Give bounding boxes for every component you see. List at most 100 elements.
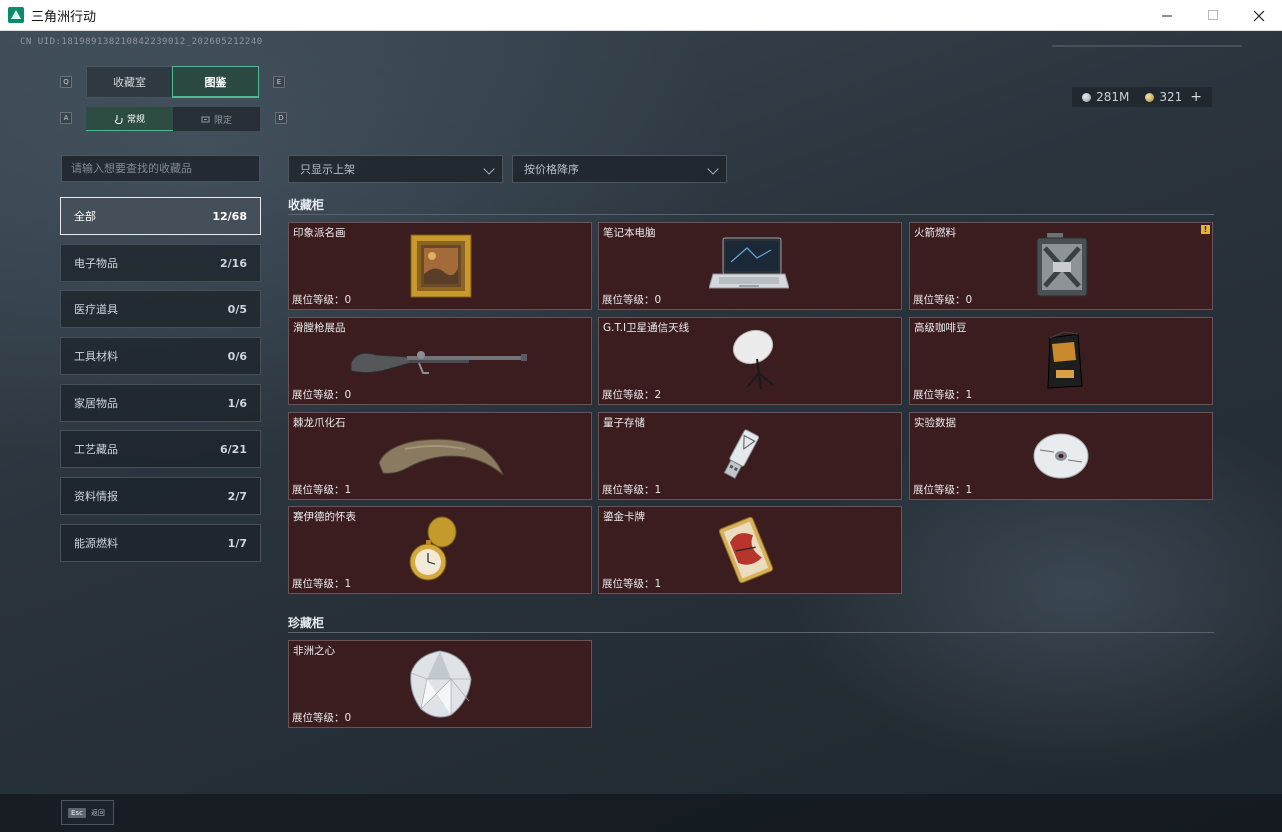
category-count: 1/7: [227, 536, 247, 550]
collection-card[interactable]: 鎏金卡牌 展位等级：1: [598, 506, 902, 594]
category-count: 2/16: [220, 256, 247, 270]
category-count: 1/6: [227, 396, 247, 410]
fuel-canister-icon: [1033, 232, 1091, 302]
category-label: 医疗道具: [74, 303, 118, 316]
category-item[interactable]: 资料情报 2/7: [60, 477, 261, 515]
card-title: 滑膛枪展品: [293, 322, 346, 334]
display-level: 展位等级：0: [292, 294, 352, 306]
diamond-icon: [407, 649, 473, 723]
gold-card-icon: [718, 516, 774, 587]
category-label: 工艺藏品: [74, 443, 118, 456]
category-label: 资料情报: [74, 490, 118, 503]
collection-card[interactable]: 赛伊德的怀表 展位等级：1: [288, 506, 592, 594]
back-label: 返回: [90, 808, 105, 817]
sort-label: 按价格降序: [524, 163, 579, 176]
display-level: 展位等级：1: [292, 484, 352, 496]
collection-card[interactable]: G.T.I卫星通信天线 展位等级：2: [598, 317, 902, 405]
esc-key-hint: Esc: [68, 807, 86, 818]
silver-coin-icon: [1082, 93, 1092, 102]
alert-badge: !: [1201, 225, 1210, 234]
usb-drive-icon: [720, 428, 760, 488]
subtab-limited[interactable]: 限定: [173, 107, 260, 131]
display-level: 展位等级：0: [602, 294, 662, 306]
add-currency-button[interactable]: +: [1190, 89, 1202, 105]
chevron-down-icon: [707, 163, 719, 175]
window-titlebar: 三角洲行动: [0, 0, 1282, 31]
key-hint-d: D: [275, 112, 287, 124]
tab-collection-room[interactable]: 收藏室: [86, 66, 173, 98]
category-count: 12/68: [212, 209, 247, 223]
card-title: 高级咖啡豆: [914, 322, 967, 334]
section-divider: [288, 632, 1214, 633]
card-title: 量子存储: [603, 417, 645, 429]
show-filter-label: 只显示上架: [300, 163, 355, 176]
collection-card[interactable]: 高级咖啡豆展位等级：1: [909, 317, 1213, 405]
collection-card[interactable]: 量子存储展位等级：1: [598, 412, 902, 500]
category-count: 0/6: [227, 349, 247, 363]
badge-icon: [201, 116, 210, 122]
card-title: 赛伊德的怀表: [293, 511, 356, 523]
category-item[interactable]: 医疗道具 0/5: [60, 290, 261, 328]
currency-bar: 281M 321 +: [1072, 87, 1212, 107]
satellite-dish-icon: [729, 327, 787, 395]
card-title: 实验数据: [914, 417, 956, 429]
maximize-button[interactable]: [1190, 0, 1236, 31]
display-level: 展位等级：1: [292, 578, 352, 590]
close-icon: [1253, 10, 1265, 21]
hand-icon: [114, 114, 123, 124]
sort-dropdown[interactable]: 按价格降序: [512, 155, 727, 183]
silver-currency-value: 281M: [1096, 90, 1130, 104]
coffee-bag-icon: [1044, 330, 1084, 394]
minimize-button[interactable]: [1144, 0, 1190, 31]
collection-card[interactable]: 棘龙爪化石展位等级：1: [288, 412, 592, 500]
app-logo-icon: [8, 7, 24, 23]
close-button[interactable]: [1236, 0, 1282, 31]
painting-icon: [410, 234, 472, 302]
pocket-watch-icon: [408, 516, 460, 588]
category-label: 家居物品: [74, 397, 118, 410]
card-title: 非洲之心: [293, 645, 335, 657]
user-id-label: CN UID:1819891382108422390​12_2026052122…: [20, 37, 263, 47]
section-title-treasure-cabinet: 珍藏柜: [288, 616, 325, 630]
collection-card[interactable]: 实验数据 展位等级：1: [909, 412, 1213, 500]
collection-card[interactable]: 笔记本电脑展位等级：0: [598, 222, 902, 310]
category-label: 电子物品: [74, 257, 118, 270]
musket-icon: [349, 341, 529, 385]
collection-card[interactable]: 火箭燃料展位等级：0!: [909, 222, 1213, 310]
silver-currency: 281M: [1082, 90, 1129, 104]
display-level: 展位等级：0: [913, 294, 973, 306]
display-level: 展位等级：1: [913, 389, 973, 401]
claw-fossil-icon: [375, 431, 505, 483]
back-button[interactable]: Esc 返回: [61, 800, 114, 825]
category-item[interactable]: 工具材料 0/6: [60, 337, 261, 375]
display-level: 展位等级：1: [602, 484, 662, 496]
show-filter-dropdown[interactable]: 只显示上架: [288, 155, 503, 183]
gold-coin-icon: [1145, 93, 1155, 102]
card-title: 火箭燃料: [914, 227, 956, 239]
search-input[interactable]: [61, 155, 260, 182]
collection-card[interactable]: 非洲之心展位等级：0: [288, 640, 592, 728]
category-item[interactable]: 能源燃料 1/7: [60, 524, 261, 562]
display-level: 展位等级：2: [602, 389, 662, 401]
chevron-down-icon: [483, 163, 495, 175]
card-title: 印象派名画: [293, 227, 346, 239]
category-item[interactable]: 家居物品 1/6: [60, 384, 261, 422]
card-title: 鎏金卡牌: [603, 511, 645, 523]
tab-catalog[interactable]: 图鉴: [172, 66, 259, 98]
collection-card[interactable]: 印象派名画展位等级：0: [288, 222, 592, 310]
display-level: 展位等级：0: [292, 712, 352, 724]
category-label: 工具材料: [74, 350, 118, 363]
laptop-icon: [708, 236, 790, 298]
gold-currency: 321 +: [1145, 89, 1202, 105]
maximize-icon: [1207, 10, 1218, 20]
card-title: 笔记本电脑: [603, 227, 656, 239]
category-item[interactable]: 工艺藏品 6/21: [60, 430, 261, 468]
category-item[interactable]: 电子物品 2/16: [60, 244, 261, 282]
subtab-regular[interactable]: 常规: [86, 107, 173, 131]
category-item[interactable]: 全部 12/68: [60, 197, 261, 235]
card-title: 棘龙爪化石: [293, 417, 346, 429]
top-divider: [1052, 45, 1242, 47]
key-hint-a: A: [60, 112, 72, 124]
bottom-bar: Esc 返回: [0, 794, 1282, 832]
collection-card[interactable]: 滑膛枪展品 展位等级：0: [288, 317, 592, 405]
